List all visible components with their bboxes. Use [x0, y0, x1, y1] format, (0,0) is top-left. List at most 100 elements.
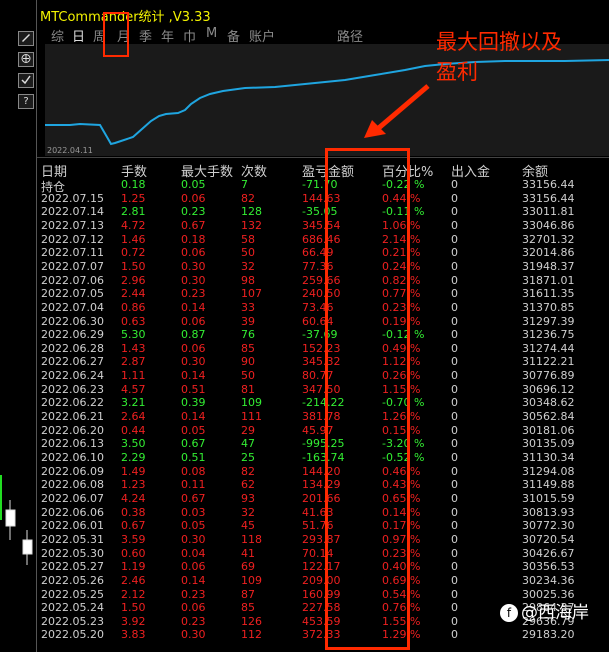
row-count: 76 [241, 328, 255, 342]
row-deposit: 0 [451, 246, 458, 260]
row-deposit: 0 [451, 491, 458, 505]
row-max-lots: 0.67 [181, 218, 206, 232]
watermark: f @西海岸 [500, 598, 589, 623]
row-max-lots: 0.05 [181, 519, 206, 533]
row-date: 2022.05.24 [41, 601, 104, 615]
row-balance: 30135.09 [522, 437, 575, 451]
row-max-lots: 0.23 [181, 614, 206, 628]
row-count: 50 [241, 246, 255, 260]
row-date: 2022.06.27 [41, 355, 104, 369]
row-balance: 31015.59 [522, 491, 575, 505]
row-date: 2022.06.13 [41, 437, 104, 451]
row-balance: 30356.53 [522, 560, 575, 574]
row-count: 58 [241, 232, 255, 246]
row-count: 47 [241, 437, 255, 451]
row-lots: 1.46 [121, 232, 146, 246]
row-count: 39 [241, 314, 255, 328]
row-date: 2022.06.28 [41, 341, 104, 355]
tab-notes[interactable]: 备 [227, 26, 240, 45]
row-lots: 3.50 [121, 437, 146, 451]
row-balance: 33011.81 [522, 205, 575, 219]
row-balance: 33156.44 [522, 191, 575, 205]
tab-m[interactable]: M [206, 26, 217, 41]
row-date: 2022.05.30 [41, 546, 104, 560]
row-lots: 3.92 [121, 614, 146, 628]
row-date: 2022.05.23 [41, 614, 104, 628]
row-max-lots: 0.14 [181, 573, 206, 587]
row-balance: 30813.93 [522, 505, 575, 519]
row-max-lots: 0.39 [181, 396, 206, 410]
row-deposit: 0 [451, 423, 458, 437]
row-deposit: 0 [451, 410, 458, 424]
row-count: 90 [241, 355, 255, 369]
help-icon[interactable]: ? [18, 94, 34, 109]
row-max-lots: 0.14 [181, 300, 206, 314]
row-deposit: 0 [451, 328, 458, 342]
row-lots: 3.83 [121, 628, 146, 642]
row-max-lots: 0.04 [181, 546, 206, 560]
row-lots: 1.25 [121, 191, 146, 205]
tab-daily[interactable]: 日 [72, 26, 85, 45]
row-lots: 2.64 [121, 410, 146, 424]
row-balance: 32014.86 [522, 246, 575, 260]
row-max-lots: 0.67 [181, 491, 206, 505]
row-deposit: 0 [451, 355, 458, 369]
row-date: 2022.06.21 [41, 410, 104, 424]
row-date: 2022.05.25 [41, 587, 104, 601]
row-deposit: 0 [451, 614, 458, 628]
row-date: 2022.05.27 [41, 560, 104, 574]
tab-path[interactable]: 路径 [337, 26, 363, 45]
row-count: 93 [241, 491, 255, 505]
row-lots: 5.30 [121, 328, 146, 342]
row-deposit: 0 [451, 205, 458, 219]
row-deposit: 0 [451, 341, 458, 355]
tab-summary[interactable]: 综 [51, 26, 64, 45]
row-date: 2022.07.13 [41, 218, 104, 232]
row-balance: 30234.36 [522, 573, 575, 587]
row-deposit: 0 [451, 300, 458, 314]
compass-icon[interactable] [18, 52, 34, 67]
row-date: 2022.05.20 [41, 628, 104, 642]
pencil-icon[interactable] [18, 31, 34, 46]
row-date: 2022.07.15 [41, 191, 104, 205]
row-count: 107 [241, 287, 262, 301]
row-max-lots: 0.30 [181, 532, 206, 546]
row-max-lots: 0.06 [181, 314, 206, 328]
tab-quarterly[interactable]: 季 [139, 26, 152, 45]
row-count: 32 [241, 259, 255, 273]
tab-currency[interactable]: 巾 [183, 26, 196, 45]
row-balance: 30696.12 [522, 382, 575, 396]
row-lots: 1.50 [121, 601, 146, 615]
row-date: 2022.06.10 [41, 451, 104, 464]
row-deposit: 0 [451, 464, 458, 478]
row-count: 118 [241, 532, 262, 546]
row-lots: 1.19 [121, 560, 146, 574]
row-max-lots: 0.67 [181, 437, 206, 451]
watermark-icon: f [500, 604, 518, 622]
tab-account[interactable]: 账户 [249, 26, 275, 45]
tab-yearly[interactable]: 年 [161, 26, 174, 45]
annotation-arrow [364, 84, 430, 138]
row-date: 2022.06.23 [41, 382, 104, 396]
annotation-line-1: 最大回撤以及 [436, 30, 562, 54]
row-balance: 31236.75 [522, 328, 575, 342]
row-count: 126 [241, 614, 262, 628]
row-lots: 1.11 [121, 369, 146, 383]
row-count: 82 [241, 191, 255, 205]
checkmark-icon[interactable] [18, 73, 34, 88]
row-deposit: 0 [451, 519, 458, 533]
row-balance: 30772.30 [522, 519, 575, 533]
row-max-lots: 0.23 [181, 287, 206, 301]
row-date: 2022.07.05 [41, 287, 104, 301]
row-count: 82 [241, 464, 255, 478]
row-deposit: 0 [451, 532, 458, 546]
row-date: 2022.07.04 [41, 300, 104, 314]
row-balance: 30776.89 [522, 369, 575, 383]
row-count: 111 [241, 410, 262, 424]
row-deposit: 0 [451, 369, 458, 383]
row-date: 2022.07.06 [41, 273, 104, 287]
row-max-lots: 0.30 [181, 355, 206, 369]
row-lots: 4.24 [121, 491, 146, 505]
row-count: 85 [241, 601, 255, 615]
chart-start-date: 2022.04.11 [47, 146, 93, 155]
